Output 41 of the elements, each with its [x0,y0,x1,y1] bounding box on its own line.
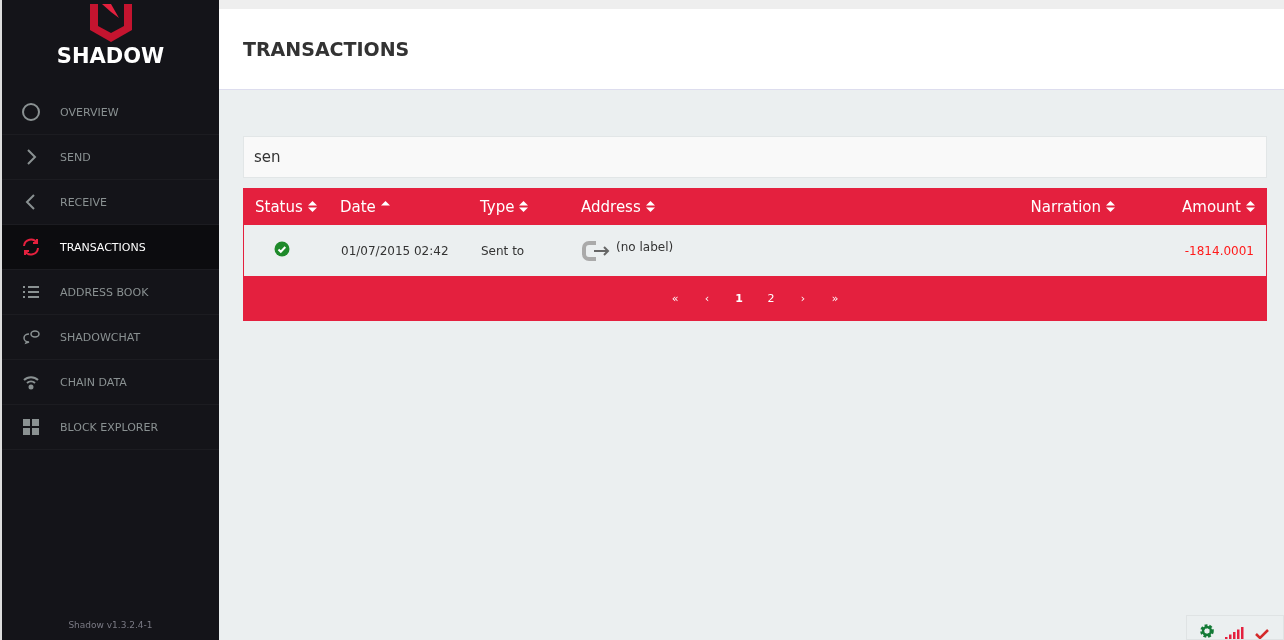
page-link[interactable]: » [819,292,851,305]
page-link[interactable]: ‹ [691,292,723,305]
page-link[interactable]: 2 [755,292,787,305]
nav-item[interactable]: SHADOWCHAT [2,315,219,360]
nav-item[interactable]: OVERVIEW [2,90,219,135]
column-header[interactable]: Date [340,197,480,216]
address-label: (no label) [616,239,674,254]
refresh-icon [21,237,41,257]
column-header[interactable]: Type [480,197,581,216]
amount-cell-text: -1814.0001 [1183,243,1254,258]
column-header[interactable]: Status [255,197,340,216]
page-title: TRANSACTIONS [243,38,410,60]
page-link[interactable]: › [787,292,819,305]
type-cell-text: Sent to [481,243,526,258]
search-field[interactable]: sen [243,136,1267,178]
brand-name: SHADOW [56,44,165,70]
gear-icon[interactable] [1197,623,1217,639]
sort-icon [1106,200,1115,212]
nav-item[interactable]: SEND [2,135,219,180]
check-icon[interactable] [1255,629,1269,639]
sort-icon [519,200,529,212]
nav-item[interactable]: ADDRESS BOOK [2,270,219,315]
grid-icon [21,417,41,437]
version-text: Shadow v1.3.2.4-1 [67,620,154,632]
table-row[interactable]: 01/07/2015 02:42 Sent to (no label) -1814.0001 [244,225,1266,276]
nav-item[interactable]: TRANSACTIONS [2,225,219,270]
date-cell-text: 01/07/2015 02:42 [341,243,450,258]
sort-icon [645,200,655,212]
column-header[interactable]: Narration [955,197,1115,216]
sort-icon [307,200,317,212]
page-link[interactable]: 1 [723,292,755,305]
signal-bars-icon[interactable] [1225,626,1247,639]
column-header[interactable]: Address [581,197,955,216]
send-arrow-icon [582,239,612,262]
circle-icon [21,102,41,122]
chat-bubbles-icon [21,327,41,347]
column-header[interactable]: Amount [1115,197,1255,216]
page-link[interactable]: « [659,292,691,305]
nav-item[interactable]: BLOCK EXPLORER [2,405,219,450]
nav-item[interactable]: CHAIN DATA [2,360,219,405]
sort-icon [1246,200,1255,212]
